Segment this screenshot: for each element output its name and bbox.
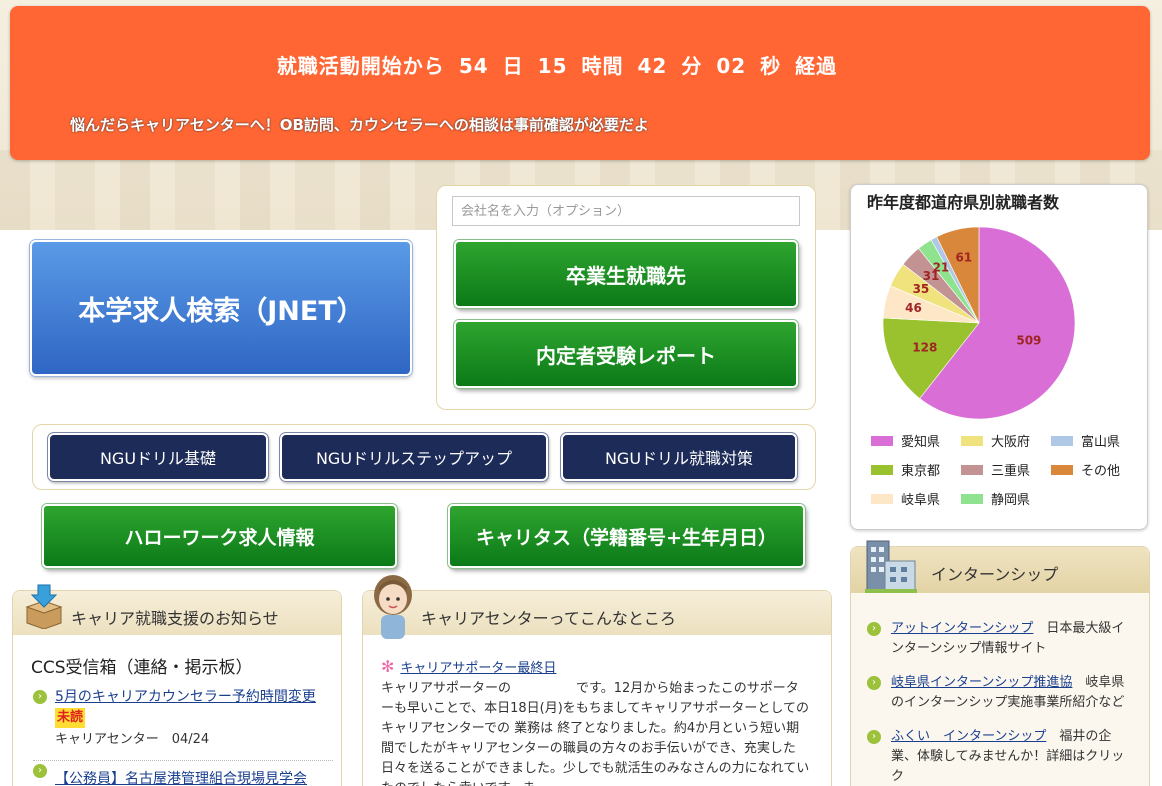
chevron-right-icon: › [867,730,881,744]
internship-panel: インターンシップ › アットインターンシップ 日本最大級インターンシップ情報サイ… [850,540,1150,786]
legend-swatch [1051,435,1073,446]
offer-exam-report-button[interactable]: 内定者受験レポート [454,320,798,388]
legend-label: 岐阜県 [901,493,941,508]
internship-link-gifu[interactable]: 岐阜県インターンシップ推進協 [891,675,1072,690]
legend-item: 愛知県 [871,431,961,450]
legend-item: その他 [1051,460,1141,479]
pie-label-1: 128 [912,341,937,355]
legend-swatch [871,464,893,475]
career-center-panel: キャリアセンターってこんなところ ✻ キャリアサポーター最終日 キャリアサポーター… [362,575,832,786]
countdown-suffix: 経過 [795,54,838,78]
news-list: › 5月のキャリアカウンセラー予約時間変更 未読 キャリアセンター 04/24 … [33,687,333,786]
list-item: › 岐阜県インターンシップ推進協 岐阜県のインターンシップ実施事業所紹介など [867,673,1137,713]
building-icon [865,540,917,593]
news-header: キャリア就職支援のお知らせ [13,584,341,635]
legend-item: 東京都 [871,460,961,479]
legend-swatch [1051,464,1073,475]
countdown-prefix: 就職活動開始から [276,54,445,78]
caritas-button[interactable]: キャリタス（学籍番号+生年月日） [448,504,805,568]
flower-icon: ✻ [381,657,395,676]
legend-swatch [961,493,983,504]
list-item: › ふくい インターンシップ 福井の企業、体験してみませんか！詳細はクリック [867,727,1137,786]
pie-label-3: 35 [913,282,930,296]
legend-item: 富山県 [1051,431,1141,450]
pie-label-0: 509 [1016,333,1041,347]
legend-item: 岐阜県 [871,489,961,508]
countdown-hours: 15 [537,54,568,78]
legend-label: 静岡県 [991,493,1031,508]
countdown-seconds-unit: 秒 [760,54,782,78]
countdown-seconds: 02 [716,54,747,78]
jnet-search-button[interactable]: 本学求人検索（JNET） [30,240,412,376]
ccs-inbox-title: CCS受信箱（連絡・掲示板） [31,658,253,678]
unread-badge: 未読 [55,708,86,728]
post-title-link[interactable]: キャリアサポーター最終日 [400,661,556,676]
chevron-right-icon: › [867,676,881,690]
list-item: › 【公務員】名古屋港管理組合現場見学会 [33,760,333,786]
career-center-title: キャリアセンターってこんなところ [421,609,676,628]
list-item: › アットインターンシップ 日本最大級インターンシップ情報サイト [867,619,1137,659]
internship-list: › アットインターンシップ 日本最大級インターンシップ情報サイト › 岐阜県イン… [867,619,1137,786]
prefecture-chart-panel: 昨年度都道府県別就職者数 509 128 46 35 31 21 61 愛知県 大阪府 富山県東… [850,184,1148,530]
top-banner: 就職活動開始から 54 日 15 時間 42 分 02 秒経過 悩んだらキャリアセンターへ！OB… [10,6,1150,160]
news-panel: キャリア就職支援のお知らせ CCS受信箱（連絡・掲示板） › 5月のキャリアカウ… [12,584,342,786]
hellowork-button[interactable]: ハローワーク求人情報 [42,504,397,568]
legend-label: 大阪府 [991,435,1031,450]
legend-label: 東京都 [901,464,941,479]
pie-label-2: 46 [905,301,922,315]
legend-swatch [961,435,983,446]
legend-swatch [871,435,893,446]
legend-item: 静岡県 [961,489,1051,508]
legend-label: 富山県 [1081,435,1121,450]
job-hunt-countdown: 就職活動開始から 54 日 15 時間 42 分 02 秒経過 [10,50,1104,79]
countdown-minutes: 42 [637,54,668,78]
countdown-hours-unit: 時間 [581,54,624,78]
legend-label: その他 [1081,464,1121,479]
legend-swatch [871,493,893,504]
post-body: キャリアサポーターの です。12月から始まったこのサポーターも早いことで、本日1… [381,681,810,786]
chevron-right-icon: › [867,622,881,636]
girl-avatar-icon [374,575,412,639]
legend-item: 三重県 [961,460,1051,479]
chevron-right-icon: › [33,690,47,704]
news-link[interactable]: 【公務員】名古屋港管理組合現場見学会 [55,771,307,786]
list-item: › 5月のキャリアカウンセラー予約時間変更 未読 キャリアセンター 04/24 [33,687,333,750]
box-arrow-icon [25,584,63,629]
legend-label: 愛知県 [901,435,941,450]
pie-label-5: 21 [933,261,950,275]
graduates-employers-button[interactable]: 卒業生就職先 [454,240,798,308]
internship-header: インターンシップ [851,540,1149,593]
company-name-input[interactable] [452,196,800,226]
drill-job-button[interactable]: NGUドリル就職対策 [561,433,797,481]
drill-stepup-button[interactable]: NGUドリルステップアップ [280,433,548,481]
news-meta: キャリアセンター 04/24 [55,732,210,747]
legend-item: 大阪府 [961,431,1051,450]
career-center-header: キャリアセンターってこんなところ [363,575,831,639]
countdown-days: 54 [458,54,489,78]
banner-tip: 悩んだらキャリアセンターへ！OB訪問、カウンセラーへの相談は事前確認が必要だよ [70,116,649,134]
pie-label-7: 61 [955,251,972,265]
career-center-post: ✻ キャリアサポーター最終日 キャリアサポーターの です。12月から始まったこのサ… [381,657,811,786]
countdown-days-unit: 日 [502,54,524,78]
chart-legend: 愛知県 大阪府 富山県東京都 三重県 その他岐阜県 静岡県 [871,431,1141,508]
news-title: キャリア就職支援のお知らせ [71,609,279,628]
pie-chart: 5091284635312161 [882,226,1076,420]
countdown-minutes-unit: 分 [681,54,703,78]
chevron-right-icon: › [33,764,47,778]
internship-title: インターンシップ [931,565,1059,584]
news-link[interactable]: 5月のキャリアカウンセラー予約時間変更 [55,689,316,705]
legend-swatch [961,464,983,475]
internship-link-at[interactable]: アットインターンシップ [891,621,1033,636]
legend-label: 三重県 [991,464,1031,479]
drill-basic-button[interactable]: NGUドリル基礎 [48,433,268,481]
internship-link-fukui[interactable]: ふくい インターンシップ [891,729,1046,744]
